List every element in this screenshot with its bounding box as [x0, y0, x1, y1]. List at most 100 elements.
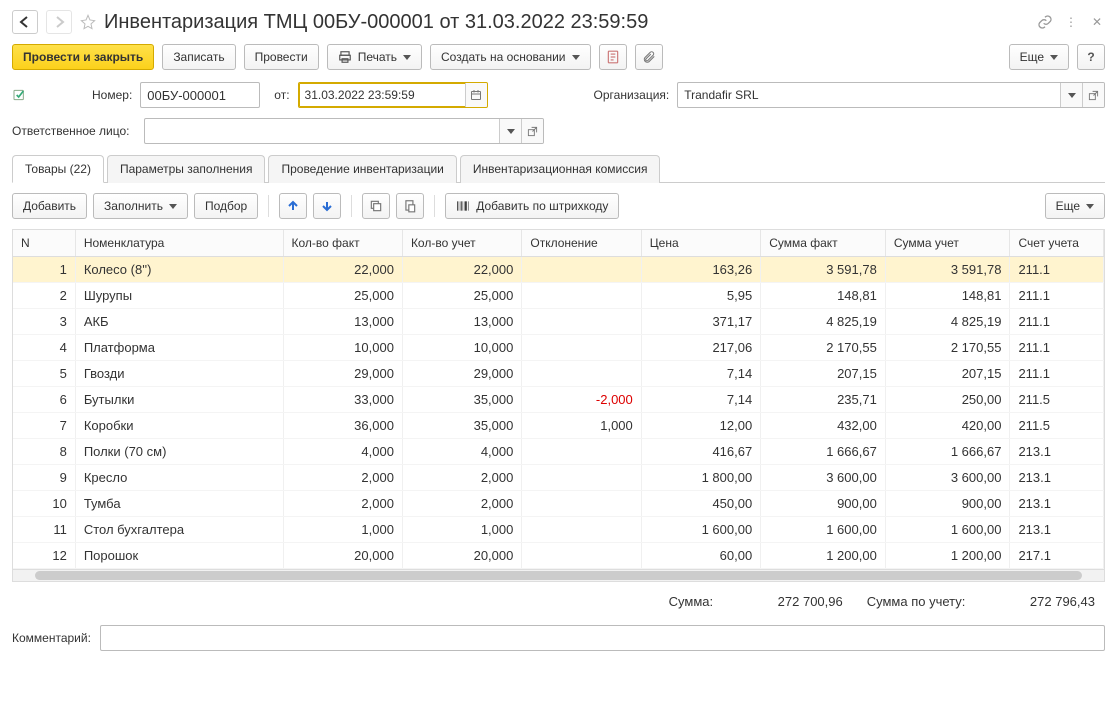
comment-label: Комментарий: [12, 631, 92, 645]
responsible-dropdown-button[interactable] [499, 119, 521, 143]
caret-icon [572, 55, 580, 60]
more-button[interactable]: Еще [1009, 44, 1069, 70]
date-input[interactable]: 31.03.2022 23:59:59 [299, 83, 465, 107]
table-row[interactable]: 2Шурупы25,00025,0005,95148,81148,81211.1 [13, 283, 1104, 309]
col-deviation[interactable]: Отклонение [522, 230, 641, 257]
paste-button[interactable] [396, 193, 424, 219]
cell-price: 7,14 [641, 387, 760, 413]
table-more-button[interactable]: Еще [1045, 193, 1105, 219]
cell-qty-fact: 36,000 [283, 413, 402, 439]
cell-deviation [522, 283, 641, 309]
kebab-icon[interactable]: ⋮ [1063, 14, 1079, 30]
cell-account: 211.1 [1010, 309, 1104, 335]
sum-acc-value: 272 796,43 [975, 594, 1095, 609]
table-row[interactable]: 4Платформа10,00010,000217,062 170,552 17… [13, 335, 1104, 361]
separator [434, 195, 435, 217]
fill-button[interactable]: Заполнить [93, 193, 188, 219]
cell-nomenclature: Платформа [75, 335, 283, 361]
post-button[interactable]: Провести [244, 44, 319, 70]
move-down-button[interactable] [313, 193, 341, 219]
report-button[interactable] [599, 44, 627, 70]
org-input[interactable]: Trandafir SRL [678, 83, 1060, 107]
table-row[interactable]: 7Коробки36,00035,0001,00012,00432,00420,… [13, 413, 1104, 439]
scroll-thumb[interactable] [35, 571, 1082, 580]
create-based-button[interactable]: Создать на основании [430, 44, 591, 70]
col-nomenclature[interactable]: Номенклатура [75, 230, 283, 257]
cell-n: 11 [13, 517, 75, 543]
cell-account: 211.1 [1010, 335, 1104, 361]
cell-qty-acct: 35,000 [402, 387, 521, 413]
separator [351, 195, 352, 217]
table-row[interactable]: 5Гвозди29,00029,0007,14207,15207,15211.1 [13, 361, 1104, 387]
cell-price: 5,95 [641, 283, 760, 309]
cell-deviation [522, 465, 641, 491]
col-qty-fact[interactable]: Кол-во факт [283, 230, 402, 257]
col-price[interactable]: Цена [641, 230, 760, 257]
horizontal-scrollbar[interactable] [13, 569, 1104, 581]
table-row[interactable]: 10Тумба2,0002,000450,00900,00900,00213.1 [13, 491, 1104, 517]
cell-sum-fact: 235,71 [761, 387, 886, 413]
cell-nomenclature: Гвозди [75, 361, 283, 387]
cell-sum-fact: 900,00 [761, 491, 886, 517]
cell-qty-fact: 2,000 [283, 491, 402, 517]
tab-inventory-process[interactable]: Проведение инвентаризации [268, 155, 456, 183]
cell-nomenclature: Шурупы [75, 283, 283, 309]
cell-n: 8 [13, 439, 75, 465]
table-row[interactable]: 6Бутылки33,00035,000-2,0007,14235,71250,… [13, 387, 1104, 413]
cell-nomenclature: Стол бухгалтера [75, 517, 283, 543]
col-qty-acct[interactable]: Кол-во учет [402, 230, 521, 257]
cell-sum-fact: 4 825,19 [761, 309, 886, 335]
cell-nomenclature: Тумба [75, 491, 283, 517]
cell-qty-acct: 4,000 [402, 439, 521, 465]
cell-account: 211.1 [1010, 257, 1104, 283]
comment-input[interactable] [100, 625, 1105, 651]
number-input[interactable]: 00БУ-000001 [140, 82, 260, 108]
tab-commission[interactable]: Инвентаризационная комиссия [460, 155, 661, 183]
sum-acc-label: Сумма по учету: [867, 594, 966, 609]
move-up-button[interactable] [279, 193, 307, 219]
org-dropdown-button[interactable] [1060, 83, 1082, 107]
table-row[interactable]: 3АКБ13,00013,000371,174 825,194 825,1921… [13, 309, 1104, 335]
star-icon[interactable] [80, 14, 96, 30]
responsible-open-button[interactable] [521, 119, 543, 143]
table-row[interactable]: 8Полки (70 см)4,0004,000416,671 666,671 … [13, 439, 1104, 465]
table-row[interactable]: 9Кресло2,0002,0001 800,003 600,003 600,0… [13, 465, 1104, 491]
create-based-label: Создать на основании [441, 50, 566, 64]
copy-icon [369, 199, 383, 213]
col-n[interactable]: N [13, 230, 75, 257]
copy-button[interactable] [362, 193, 390, 219]
print-button[interactable]: Печать [327, 44, 422, 70]
cell-qty-fact: 22,000 [283, 257, 402, 283]
attachment-button[interactable] [635, 44, 663, 70]
close-icon[interactable]: ✕ [1089, 14, 1105, 30]
help-button[interactable]: ? [1077, 44, 1105, 70]
col-sum-fact[interactable]: Сумма факт [761, 230, 886, 257]
add-row-button[interactable]: Добавить [12, 193, 87, 219]
caret-icon [1086, 204, 1094, 209]
link-icon[interactable] [1037, 14, 1053, 30]
org-open-button[interactable] [1082, 83, 1104, 107]
tab-fill-params[interactable]: Параметры заполнения [107, 155, 266, 183]
add-by-barcode-button[interactable]: Добавить по штрихкоду [445, 193, 619, 219]
nav-back-button[interactable] [12, 10, 38, 34]
post-and-close-button[interactable]: Провести и закрыть [12, 44, 154, 70]
select-button[interactable]: Подбор [194, 193, 258, 219]
tab-goods[interactable]: Товары (22) [12, 155, 104, 183]
table-row[interactable]: 12Порошок20,00020,00060,001 200,001 200,… [13, 543, 1104, 569]
col-account[interactable]: Счет учета [1010, 230, 1104, 257]
cell-price: 60,00 [641, 543, 760, 569]
table-row[interactable]: 11Стол бухгалтера1,0001,0001 600,001 600… [13, 517, 1104, 543]
cell-price: 416,67 [641, 439, 760, 465]
cell-qty-fact: 4,000 [283, 439, 402, 465]
nav-forward-button[interactable] [46, 10, 72, 34]
caret-icon [1050, 55, 1058, 60]
cell-n: 7 [13, 413, 75, 439]
totals: Сумма: 272 700,96 Сумма по учету: 272 79… [12, 582, 1105, 615]
cell-price: 7,14 [641, 361, 760, 387]
col-sum-acct[interactable]: Сумма учет [885, 230, 1010, 257]
calendar-button[interactable] [465, 83, 487, 107]
save-button[interactable]: Записать [162, 44, 235, 70]
page-title: Инвентаризация ТМЦ 00БУ-000001 от 31.03.… [104, 11, 1029, 34]
responsible-input[interactable] [145, 119, 499, 143]
table-row[interactable]: 1Колесо (8'')22,00022,000163,263 591,783… [13, 257, 1104, 283]
